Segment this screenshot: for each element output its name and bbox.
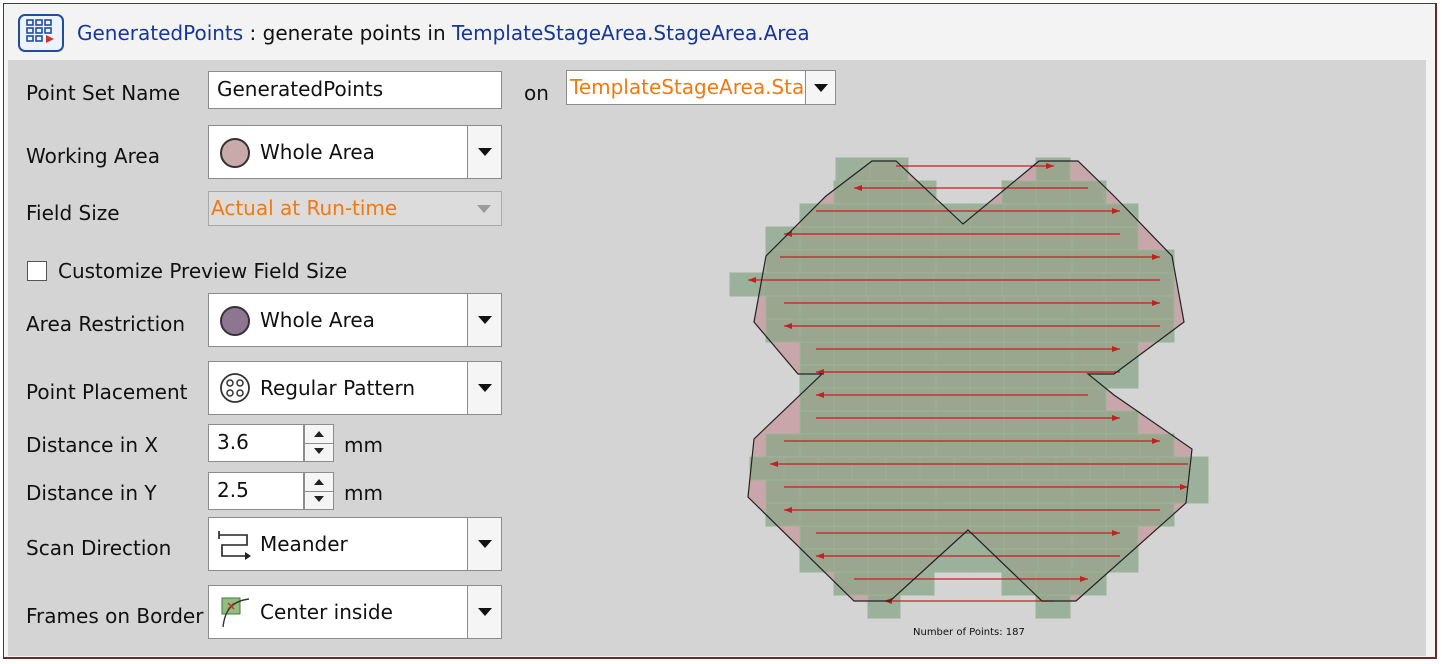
header-title: GeneratedPoints : generate points in Tem… <box>77 21 810 45</box>
number-of-points-caption: Number of Points: 187 <box>913 627 1025 638</box>
field-row <box>799 410 1139 435</box>
point-grid-icon <box>18 14 64 52</box>
field-row <box>729 272 1175 297</box>
field-row <box>749 456 1209 481</box>
field-row <box>799 203 1139 228</box>
field-row <box>799 548 1139 573</box>
point-preview <box>729 157 1209 619</box>
area-link[interactable]: TemplateStageArea.StageArea.Area <box>452 21 810 45</box>
field-row <box>765 479 1209 504</box>
settings-panel: Point Set Name GeneratedPoints on Templa… <box>8 60 1426 656</box>
field-row <box>1001 571 1107 596</box>
generator-window: GeneratedPoints : generate points in Tem… <box>3 3 1437 659</box>
field-row <box>765 226 1139 251</box>
field-row <box>833 571 935 596</box>
field-row <box>1035 594 1071 619</box>
header-bar: GeneratedPoints : generate points in Tem… <box>4 4 1435 60</box>
field-row <box>1001 180 1107 205</box>
field-row <box>799 525 1139 550</box>
point-set-link[interactable]: GeneratedPoints <box>77 21 243 45</box>
field-row <box>799 364 1139 389</box>
field-row <box>799 387 1107 412</box>
field-row <box>799 341 1139 366</box>
header-middle-text: : generate points in <box>243 21 452 45</box>
field-row <box>867 594 901 619</box>
